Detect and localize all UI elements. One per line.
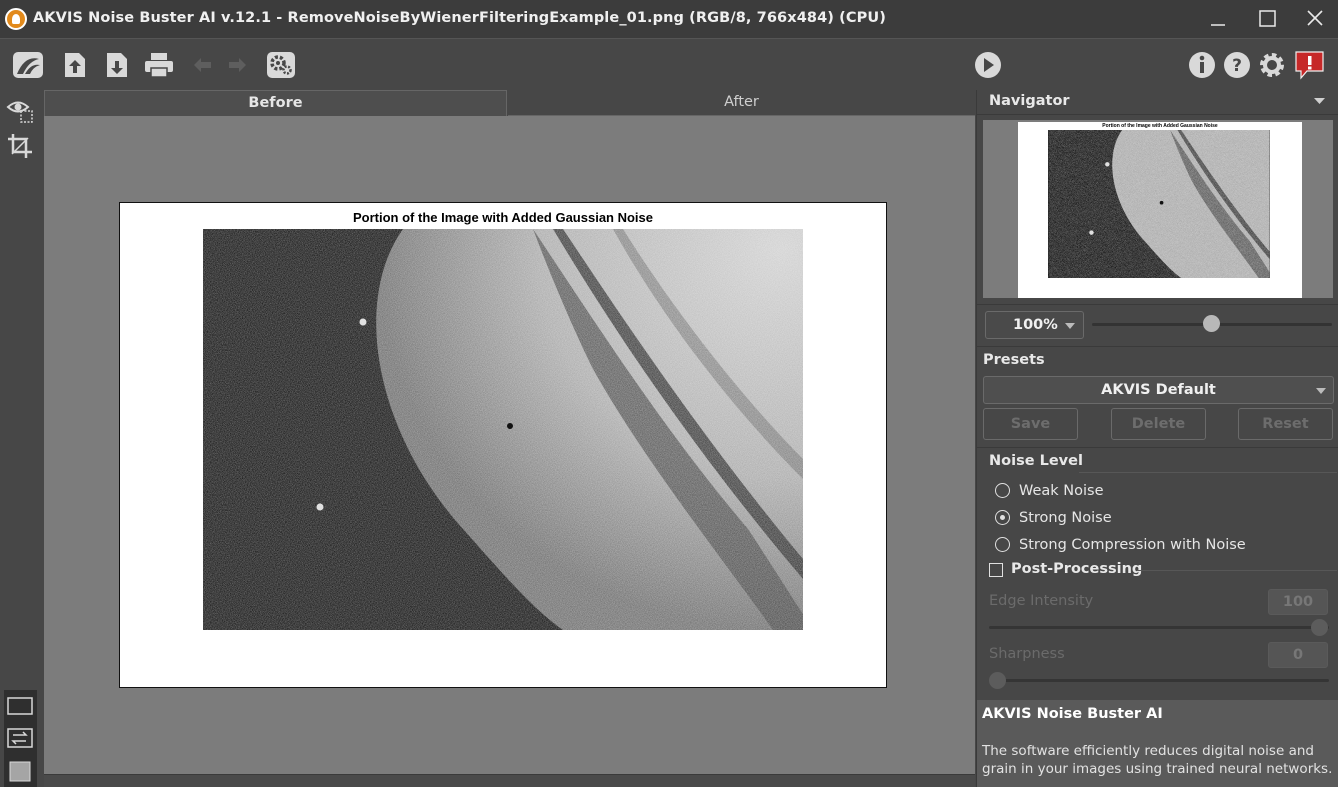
radio-button[interactable] — [995, 537, 1010, 552]
undo-icon[interactable] — [186, 49, 220, 81]
radio-label: Strong Noise — [1019, 510, 1112, 526]
settings-gear-icon[interactable] — [1255, 49, 1289, 81]
preferences-gear-icon[interactable] — [264, 49, 298, 81]
chevron-down-icon — [1316, 388, 1326, 394]
before-after-toggle-icon[interactable] — [7, 727, 33, 749]
navigator-collapse-icon[interactable] — [1314, 98, 1326, 106]
split-view-icon[interactable] — [7, 759, 33, 783]
radio-button[interactable] — [995, 483, 1010, 498]
akvis-logo-icon[interactable] — [11, 49, 45, 81]
print-icon[interactable] — [142, 49, 176, 81]
noise-preview-tool-icon[interactable] — [6, 96, 34, 124]
title-bar: AKVIS Noise Buster AI v.12.1 - RemoveNoi… — [0, 0, 1338, 38]
run-icon[interactable] — [971, 49, 1005, 81]
save-preset-button[interactable]: Save — [983, 408, 1078, 440]
presets-header: Presets — [983, 352, 1045, 368]
edge-intensity-label: Edge Intensity — [989, 593, 1094, 609]
minimize-button[interactable] — [1204, 6, 1232, 32]
radio-button[interactable] — [995, 510, 1010, 525]
edge-intensity-slider-track[interactable] — [989, 626, 1329, 629]
navigator-thumbnail-title: Portion of the Image with Added Gaussian… — [1102, 123, 1218, 129]
image-title: Portion of the Image with Added Gaussian… — [353, 210, 653, 225]
sharpness-label: Sharpness — [989, 646, 1065, 662]
delete-preset-button[interactable]: Delete — [1111, 408, 1206, 440]
preset-select[interactable]: AKVIS Default — [983, 376, 1334, 404]
info-box: AKVIS Noise Buster AI The software effic… — [977, 700, 1338, 787]
reset-preset-button[interactable]: Reset — [1238, 408, 1333, 440]
sharpness-slider-thumb[interactable] — [989, 672, 1006, 689]
about-info-icon[interactable] — [1185, 49, 1219, 81]
save-file-icon[interactable] — [100, 49, 134, 81]
navigator-preview[interactable]: Portion of the Image with Added Gaussian… — [983, 120, 1333, 298]
edge-intensity-value[interactable]: 100 — [1268, 589, 1328, 615]
sharpness-value[interactable]: 0 — [1268, 642, 1328, 668]
info-description: The software efficiently reduces digital… — [982, 743, 1333, 777]
noise-level-header: Noise Level — [989, 453, 1083, 469]
left-toolbar — [0, 90, 40, 787]
maximize-button[interactable] — [1254, 6, 1282, 32]
help-icon[interactable]: ? — [1220, 49, 1254, 81]
navigator-header: Navigator — [989, 93, 1070, 109]
radio-label: Strong Compression with Noise — [1019, 537, 1246, 553]
chevron-down-icon — [1065, 323, 1075, 329]
redo-icon[interactable] — [220, 49, 254, 81]
tab-after[interactable]: After — [508, 90, 975, 116]
svg-text:?: ? — [1232, 56, 1242, 76]
navigator-thumbnail: Portion of the Image with Added Gaussian… — [1018, 122, 1302, 298]
app-logo-icon — [5, 8, 27, 30]
post-processing-checkbox[interactable] — [989, 563, 1003, 577]
window-title: AKVIS Noise Buster AI v.12.1 - RemoveNoi… — [33, 10, 886, 26]
horizontal-scrollbar[interactable] — [44, 774, 975, 787]
sharpness-slider-track[interactable] — [989, 679, 1329, 682]
edge-intensity-slider-thumb[interactable] — [1311, 619, 1328, 636]
close-button[interactable] — [1301, 6, 1329, 32]
crop-tool-icon[interactable] — [6, 132, 34, 160]
image-document[interactable]: Portion of the Image with Added Gaussian… — [119, 202, 887, 688]
open-file-icon[interactable] — [58, 49, 92, 81]
radio-label: Weak Noise — [1019, 483, 1104, 499]
single-view-icon[interactable] — [7, 695, 33, 717]
settings-panel: Navigator Portion of the Image with Adde… — [976, 90, 1338, 787]
post-processing-label[interactable]: Post-Processing — [1011, 561, 1142, 577]
tab-before[interactable]: Before — [44, 90, 507, 116]
info-title: AKVIS Noise Buster AI — [982, 706, 1163, 722]
zoom-select[interactable]: 100% — [985, 311, 1084, 339]
feedback-alert-icon[interactable] — [1293, 49, 1327, 81]
before-after-tabs: Before After — [44, 90, 975, 116]
preset-selected-value: AKVIS Default — [1101, 382, 1216, 398]
zoom-value: 100% — [1013, 317, 1058, 333]
navigator-thumbnail-photo — [1048, 130, 1270, 278]
view-mode-buttons — [4, 690, 37, 787]
zoom-slider-thumb[interactable] — [1203, 315, 1220, 332]
noisy-photo — [203, 229, 803, 630]
main-toolbar: ? — [0, 38, 1338, 90]
